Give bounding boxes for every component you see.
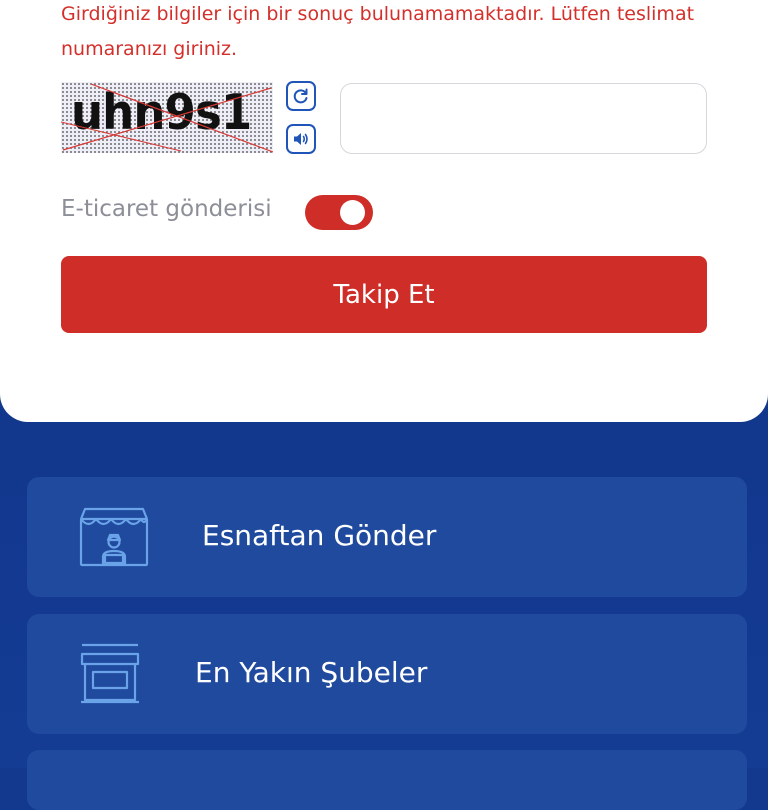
captcha-image: uhn9s1 <box>61 82 273 153</box>
menu-item-nearest-branches[interactable]: En Yakın Şubeler <box>27 614 747 734</box>
error-message: Girdiğiniz bilgiler için bir sonuç bulun… <box>61 3 695 60</box>
captcha-input[interactable] <box>340 83 707 154</box>
ecommerce-toggle[interactable] <box>305 195 373 230</box>
captcha-noise-lines <box>61 83 273 153</box>
captcha-refresh-button[interactable] <box>286 81 316 111</box>
menu-item-label: En Yakın Şubeler <box>195 656 428 689</box>
menu-item-merchant-send[interactable]: Esnaftan Gönder <box>27 477 747 597</box>
storefront-icon <box>80 643 140 704</box>
toggle-knob <box>340 200 365 225</box>
merchant-shop-icon <box>79 507 149 567</box>
menu-item-partial[interactable] <box>27 750 747 810</box>
refresh-icon <box>293 88 308 104</box>
ecommerce-label: E-ticaret gönderisi <box>61 196 272 222</box>
menu-item-label: Esnaftan Gönder <box>202 519 437 552</box>
speaker-icon <box>294 133 308 145</box>
captcha-audio-button[interactable] <box>286 124 316 154</box>
track-button[interactable]: Takip Et <box>61 256 707 333</box>
